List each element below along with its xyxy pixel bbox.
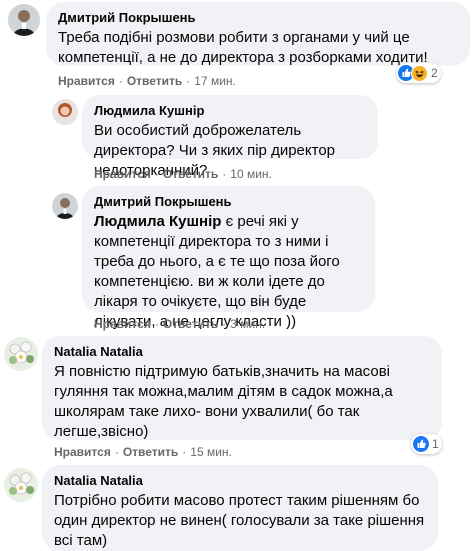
- comment-author[interactable]: Natalia Natalia: [54, 344, 430, 360]
- mention-link[interactable]: Людмила Кушнір: [94, 213, 221, 230]
- comment-bubble: Дмитрий Покрышень Людмила Кушнір є речі …: [82, 186, 375, 330]
- haha-icon: [411, 64, 428, 82]
- comment-bubble: Людмила Кушнір Ви особистий доброжелател…: [82, 95, 378, 179]
- avatar[interactable]: [4, 468, 38, 502]
- reply-button[interactable]: Ответить: [163, 167, 218, 181]
- reply-button[interactable]: Ответить: [163, 317, 218, 331]
- comment-actions: Нравится · Ответить · 15 мин.: [54, 445, 232, 459]
- comment-actions: Нравится · Ответить · 10 мин.: [94, 167, 272, 181]
- avatar[interactable]: [52, 193, 78, 219]
- comment-timestamp[interactable]: 3 мин.: [230, 317, 265, 331]
- comment-actions: Нравится · Ответить · 3 мин.: [94, 317, 266, 331]
- comment-bubble: Дмитрий Покрышень Треба подібні розмови …: [46, 2, 470, 66]
- like-button[interactable]: Нравится: [58, 74, 115, 88]
- like-button[interactable]: Нравится: [94, 317, 151, 331]
- avatar[interactable]: [4, 337, 38, 371]
- comment-bubble: Natalia Natalia Я повністю підтримую бат…: [42, 336, 442, 440]
- comment-timestamp[interactable]: 15 мин.: [190, 445, 232, 459]
- like-button[interactable]: Нравится: [94, 167, 151, 181]
- comment-author[interactable]: Дмитрий Покрышень: [58, 10, 458, 26]
- comment-bubble: Natalia Natalia Потрібно робити масово п…: [42, 465, 438, 551]
- comment-text: Людмила Кушнір є речі які у компетенції …: [94, 212, 363, 332]
- comment-author[interactable]: Natalia Natalia: [54, 473, 426, 489]
- comment-timestamp[interactable]: 10 мин.: [230, 167, 272, 181]
- reply-button[interactable]: Ответить: [123, 445, 178, 459]
- like-button[interactable]: Нравится: [54, 445, 111, 459]
- reaction-count: 2: [431, 66, 438, 80]
- comment-text: Я повністю підтримую батьків,значить на …: [54, 363, 393, 440]
- avatar[interactable]: [52, 99, 78, 125]
- comment-text: Треба подібні розмови робити з органами …: [58, 29, 428, 66]
- reaction-count: 1: [432, 437, 439, 451]
- like-icon: [413, 436, 429, 452]
- comment-author[interactable]: Дмитрий Покрышень: [94, 194, 363, 210]
- reaction-summary[interactable]: 2: [396, 63, 441, 83]
- comment-author[interactable]: Людмила Кушнір: [94, 103, 366, 119]
- reply-button[interactable]: Ответить: [127, 74, 182, 88]
- reaction-summary[interactable]: 1: [411, 434, 442, 454]
- comment-actions: Нравится · Ответить · 17 мин.: [58, 74, 236, 88]
- avatar[interactable]: [8, 4, 40, 36]
- comment-text: Потрібно робити масово протест таким ріш…: [54, 492, 425, 549]
- comment-text-body: є речі які у компетенції директора то з …: [94, 213, 340, 330]
- comment-timestamp[interactable]: 17 мин.: [194, 74, 236, 88]
